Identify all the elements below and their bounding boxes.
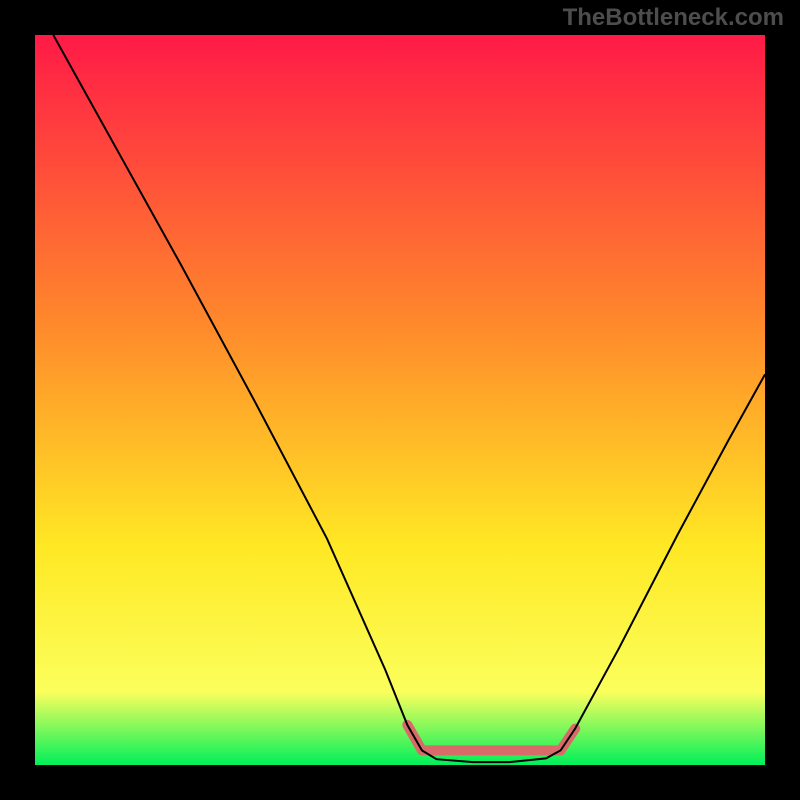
chart-container: TheBottleneck.com <box>0 0 800 800</box>
watermark-text: TheBottleneck.com <box>563 4 784 32</box>
bottleneck-chart <box>0 0 800 800</box>
plot-background <box>35 35 765 765</box>
